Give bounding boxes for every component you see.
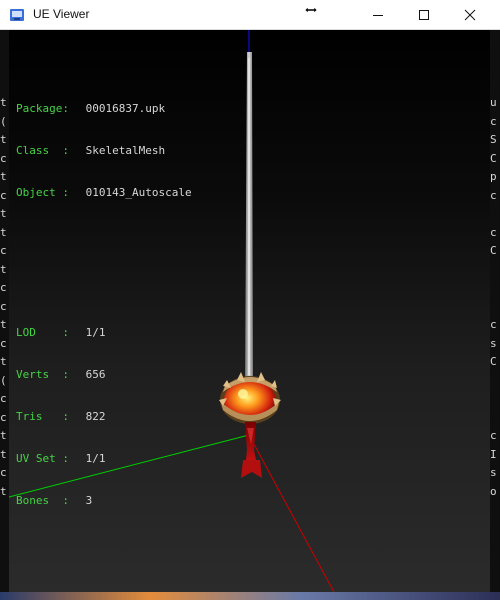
maximize-button[interactable]	[401, 0, 447, 30]
background-text-fragment: c	[0, 188, 7, 202]
minimize-icon	[373, 15, 383, 16]
background-text-fragment: p	[490, 170, 497, 183]
close-icon	[464, 9, 476, 21]
background-text-fragment: I	[490, 447, 497, 461]
info-row-uvset: UV Set : 1/1	[16, 452, 106, 465]
background-text-fragment: t	[0, 96, 7, 109]
maximize-icon	[419, 10, 429, 20]
info-row-bones: Bones : 3	[16, 494, 93, 507]
info-row-class: Class : SkeletalMesh	[16, 144, 166, 157]
background-text-fragment: s	[490, 466, 497, 479]
window-title: UE Viewer	[33, 7, 90, 21]
background-text-fragment: c	[0, 299, 7, 313]
background-text-fragment: t	[0, 355, 7, 368]
app-icon	[10, 9, 24, 21]
background-text-fragment: C	[490, 244, 497, 257]
axis-x-line	[248, 434, 335, 592]
background-text-fragment: C	[490, 355, 497, 368]
3d-viewport[interactable]: Package: 00016837.upk Class : SkeletalMe…	[9, 30, 490, 592]
background-text-fragment: o	[490, 484, 497, 498]
background-text-fragment: u	[490, 96, 497, 109]
background-text-fragment: t	[0, 207, 7, 220]
background-text-fragment: (	[0, 114, 7, 128]
background-text-fragment: c	[490, 114, 497, 128]
background-text-fragment: t	[0, 170, 7, 183]
background-text-fragment: t	[0, 429, 7, 442]
background-text-fragment: t	[0, 447, 7, 461]
background-text-fragment: c	[490, 188, 497, 202]
minimize-button[interactable]	[355, 0, 401, 30]
background-text-fragment: S	[490, 133, 497, 146]
info-row-object: Object : 010143_Autoscale	[16, 186, 192, 199]
background-text-fragment: c	[0, 336, 7, 350]
resize-cursor-icon	[304, 6, 318, 14]
background-text-fragment: s	[490, 336, 497, 350]
background-text-fragment: t	[0, 318, 7, 331]
background-text-fragment: t	[0, 262, 7, 276]
background-text-fragment: t	[0, 133, 7, 146]
background-text-fragment: t	[0, 225, 7, 239]
background-text-fragment: c	[0, 466, 7, 479]
background-text-fragment: (	[0, 373, 7, 387]
background-text-fragment: c	[0, 244, 7, 257]
background-text-fragment: C	[490, 151, 497, 165]
info-row-tris: Tris : 822	[16, 410, 106, 423]
info-row-package: Package: 00016837.upk	[16, 102, 166, 115]
info-row-lod: LOD : 1/1	[16, 326, 106, 339]
background-text-fragment: c	[0, 410, 7, 424]
background-text-fragment: c	[490, 225, 497, 239]
mesh-stats-block: LOD : 1/1 Verts : 656 Tris : 822 UV Set …	[16, 298, 192, 536]
title-bar[interactable]: UE Viewer	[0, 0, 500, 30]
mesh-tassel	[241, 422, 262, 478]
info-row-verts: Verts : 656	[16, 368, 106, 381]
background-text-fragment: c	[490, 318, 497, 331]
background-text-fragment: c	[0, 392, 7, 405]
background-text-fragment: c	[0, 281, 7, 294]
background-desktop-bottom	[0, 592, 500, 600]
close-button[interactable]	[447, 0, 493, 30]
background-text-fragment: t	[0, 484, 7, 498]
background-text-fragment: c	[490, 429, 497, 442]
mesh-info-overlay: Package: 00016837.upk Class : SkeletalMe…	[16, 46, 192, 564]
object-info-block: Package: 00016837.upk Class : SkeletalMe…	[16, 74, 192, 228]
background-text-fragment: c	[0, 151, 7, 165]
mesh-orb	[219, 372, 281, 424]
